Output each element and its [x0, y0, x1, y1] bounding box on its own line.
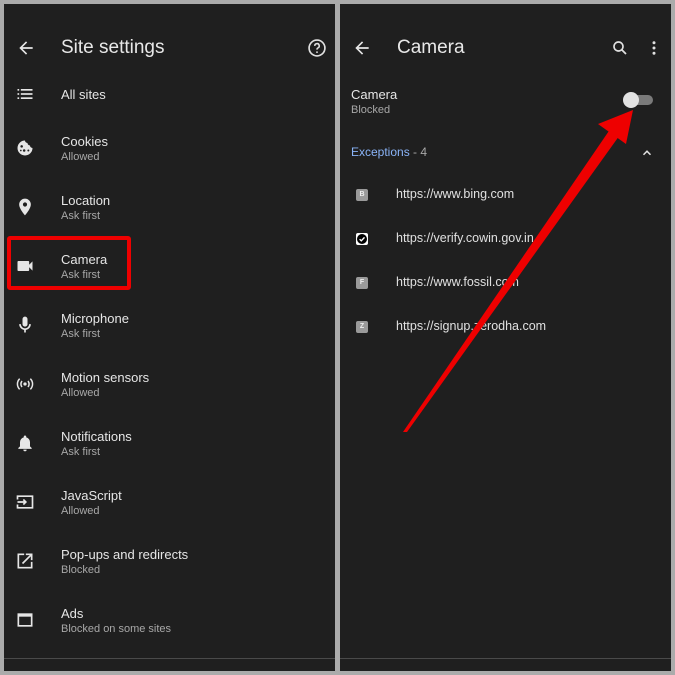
web-asset-icon — [17, 613, 33, 627]
toggle-knob — [623, 92, 639, 108]
setting-label: Camera — [351, 87, 398, 102]
settings-item-javascript[interactable]: JavaScript Allowed — [4, 482, 335, 532]
page-title: Camera — [397, 37, 465, 58]
open-in-new-icon — [17, 553, 33, 569]
favicon-icon: Z — [356, 321, 368, 333]
search-icon[interactable] — [611, 39, 629, 57]
camera-settings-screen: Camera Camera Blocked Exceptions - 4 B h… — [340, 4, 671, 671]
settings-item-motion-sensors[interactable]: Motion sensors Allowed — [4, 364, 335, 414]
item-label: Pop-ups and redirects — [61, 547, 189, 562]
favicon-icon: F — [356, 277, 368, 289]
chevron-up-icon[interactable] — [640, 146, 654, 160]
settings-item-popups[interactable]: Pop-ups and redirects Blocked — [4, 541, 335, 591]
microphone-icon — [19, 316, 31, 333]
page-title: Site settings — [61, 37, 165, 58]
settings-item-microphone[interactable]: Microphone Ask first — [4, 305, 335, 355]
sensors-icon — [16, 378, 34, 390]
camera-highlight-box — [7, 236, 131, 290]
arrow-back-icon[interactable] — [352, 38, 372, 58]
favicon-icon: B — [356, 189, 368, 201]
bell-icon — [18, 435, 32, 452]
camera-setting-row[interactable]: Camera Blocked — [340, 84, 671, 134]
item-status: Allowed — [61, 151, 100, 163]
cowin-favicon-icon — [356, 233, 368, 245]
bottom-divider — [340, 658, 671, 659]
item-label: Notifications — [61, 429, 132, 444]
settings-item-ads[interactable]: Ads Blocked on some sites — [4, 600, 335, 650]
item-status: Allowed — [61, 387, 100, 399]
item-status: Blocked — [61, 564, 101, 576]
app-bar: Camera — [340, 4, 671, 94]
camera-toggle[interactable] — [623, 92, 653, 108]
item-label: Location — [61, 193, 111, 208]
exception-site-row[interactable]: https://verify.cowin.gov.in — [340, 225, 671, 255]
help-circle-icon[interactable] — [307, 38, 327, 58]
exception-site-row[interactable]: B https://www.bing.com — [340, 181, 671, 211]
site-url: https://www.fossil.com — [396, 275, 519, 289]
javascript-icon — [16, 495, 34, 509]
settings-item-cookies[interactable]: Cookies Allowed — [4, 128, 335, 178]
bottom-divider — [4, 658, 335, 659]
item-label: All sites — [61, 87, 106, 102]
item-status: Allowed — [61, 505, 100, 517]
item-status: Blocked on some sites — [61, 623, 172, 635]
item-label: Cookies — [61, 134, 108, 149]
settings-item-location[interactable]: Location Ask first — [4, 187, 335, 237]
site-url: https://signup.zerodha.com — [396, 319, 547, 333]
site-settings-screen: Site settings All sites Cookies Allowed … — [4, 4, 335, 671]
more-vert-icon[interactable] — [645, 39, 663, 57]
location-pin-icon — [19, 198, 31, 216]
arrow-back-icon[interactable] — [16, 38, 36, 58]
item-status: Ask first — [61, 446, 101, 458]
item-label: Ads — [61, 606, 84, 621]
exception-site-row[interactable]: Z https://signup.zerodha.com — [340, 313, 671, 343]
site-url: https://www.bing.com — [396, 187, 515, 201]
setting-status: Blocked — [351, 104, 391, 116]
exception-site-row[interactable]: F https://www.fossil.com — [340, 269, 671, 299]
settings-item-all-sites[interactable]: All sites — [4, 80, 335, 130]
cookie-icon — [17, 140, 33, 156]
list-icon — [17, 89, 33, 99]
settings-item-notifications[interactable]: Notifications Ask first — [4, 423, 335, 473]
item-label: Microphone — [61, 311, 129, 326]
item-status: Ask first — [61, 328, 101, 340]
item-status: Ask first — [61, 210, 101, 222]
exceptions-separator: - — [409, 145, 421, 159]
exceptions-count: 4 — [420, 145, 428, 159]
exceptions-label: Exceptions — [351, 145, 410, 159]
item-label: JavaScript — [61, 488, 122, 503]
site-url: https://verify.cowin.gov.in — [396, 231, 534, 245]
item-label: Motion sensors — [61, 370, 150, 385]
exceptions-header[interactable]: Exceptions - 4 — [351, 145, 427, 159]
